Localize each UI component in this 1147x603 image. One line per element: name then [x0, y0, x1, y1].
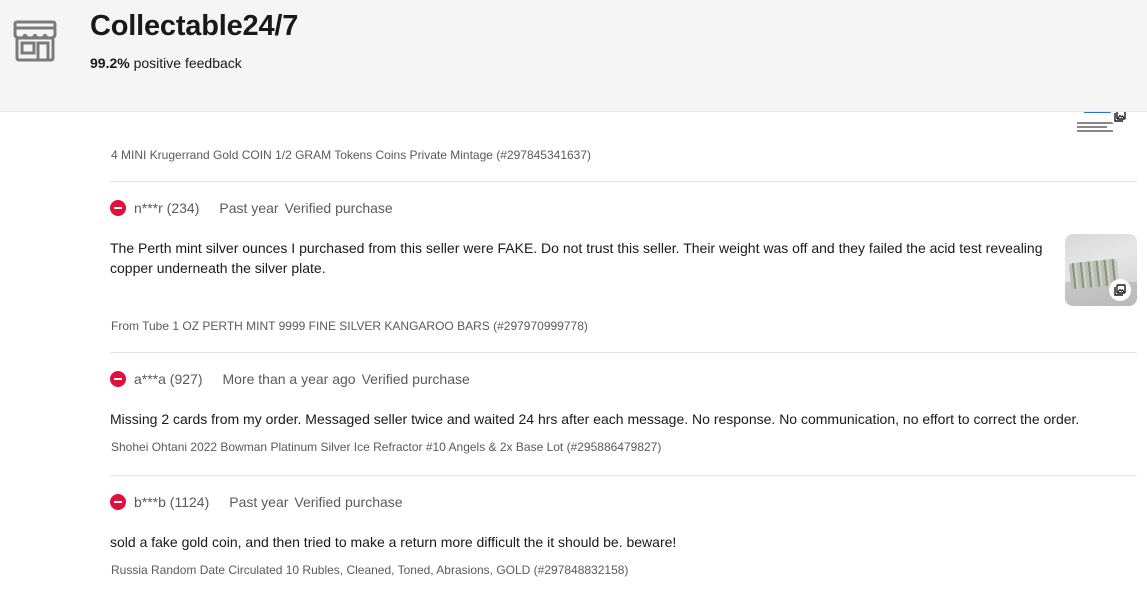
- feedback-time: Past year: [219, 200, 279, 216]
- feedback-time: Past year: [229, 494, 289, 510]
- feedback-time: More than a year ago: [222, 371, 356, 387]
- negative-feedback-icon: [110, 371, 126, 387]
- purchased-item-title[interactable]: Russia Random Date Circulated 10 Rubles,…: [111, 563, 628, 577]
- feedback-percent: 99.2%: [90, 55, 130, 71]
- gallery-icon: [1110, 112, 1130, 126]
- negative-feedback-icon: [110, 200, 126, 216]
- buyer-username: a***a (927): [134, 371, 203, 387]
- review-photo-thumbnail[interactable]: [1074, 112, 1134, 136]
- verified-purchase: Verified purchase: [294, 494, 403, 510]
- feedback-comment: Missing 2 cards from my order. Messaged …: [110, 411, 1080, 427]
- comment-line: copper underneath the silver plate.: [110, 260, 326, 276]
- buyer-username: b***b (1124): [134, 494, 210, 510]
- review-photo-thumbnail[interactable]: [1065, 234, 1137, 306]
- divider: [110, 475, 1137, 476]
- feedback-list: 4 MINI Krugerrand Gold COIN 1/2 GRAM Tok…: [0, 112, 1147, 603]
- divider: [110, 181, 1137, 182]
- feedback-meta: a***a (927) More than a year ago Verifie…: [110, 370, 470, 388]
- comment-line: The Perth mint silver ounces I purchased…: [110, 240, 1043, 256]
- verified-purchase: Verified purchase: [284, 200, 393, 216]
- store-name[interactable]: Collectable24/7: [90, 10, 298, 43]
- feedback-comment: The Perth mint silver ounces I purchased…: [110, 238, 1042, 278]
- store-icon: [13, 20, 57, 62]
- feedback-label: positive feedback: [133, 55, 242, 71]
- seller-header: Collectable24/7 99.2% positive feedback: [0, 0, 1147, 112]
- feedback-meta: b***b (1124) Past year Verified purchase: [110, 493, 403, 511]
- feedback-meta: n***r (234) Past year Verified purchase: [110, 199, 393, 217]
- purchased-item-title[interactable]: From Tube 1 OZ PERTH MINT 9999 FINE SILV…: [111, 319, 588, 333]
- positive-feedback: 99.2% positive feedback: [90, 55, 242, 71]
- purchased-item-title[interactable]: Shohei Ohtani 2022 Bowman Platinum Silve…: [111, 440, 661, 454]
- gallery-icon: [1109, 279, 1131, 301]
- negative-feedback-icon: [110, 494, 126, 510]
- feedback-comment: sold a fake gold coin, and then tried to…: [110, 534, 677, 550]
- verified-purchase: Verified purchase: [361, 371, 470, 387]
- purchased-item-title[interactable]: 4 MINI Krugerrand Gold COIN 1/2 GRAM Tok…: [111, 148, 591, 162]
- buyer-username: n***r (234): [134, 200, 200, 216]
- divider: [110, 352, 1137, 353]
